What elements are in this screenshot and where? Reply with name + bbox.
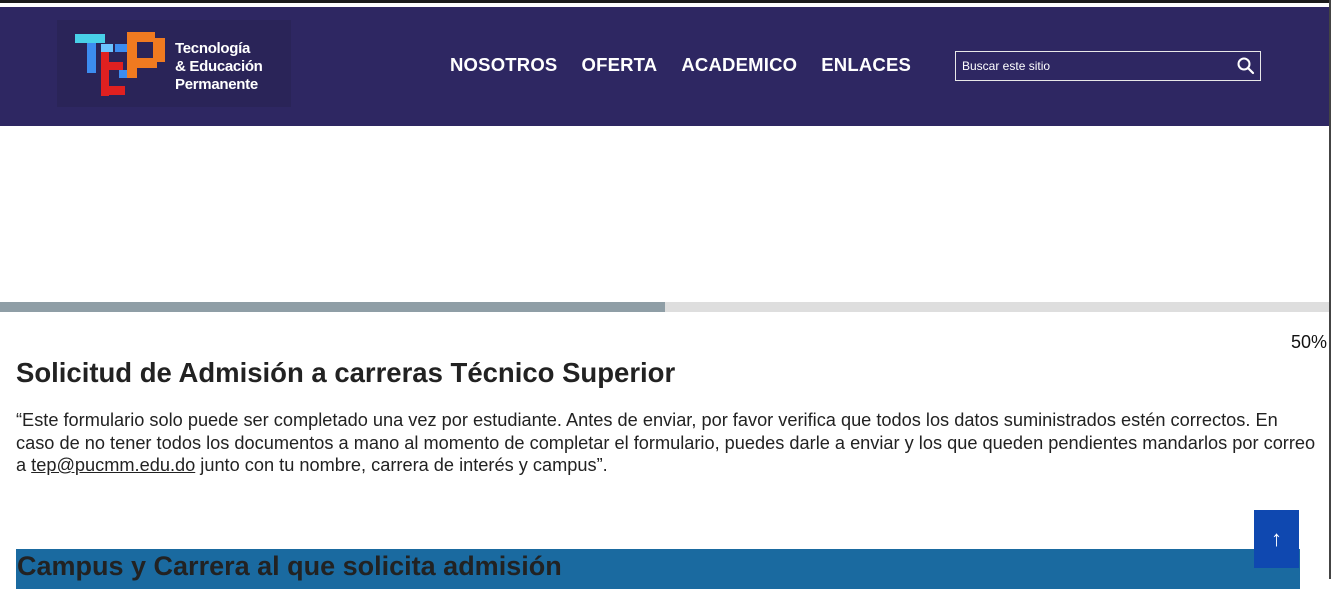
site-logo[interactable]: Tecnología & Educación Permanente — [57, 20, 291, 107]
search-box — [955, 51, 1261, 81]
form-intro: “Este formulario solo puede ser completa… — [16, 409, 1316, 477]
form-intro-text-2: junto con tu nombre, carrera de interés … — [195, 455, 608, 475]
main-nav: NOSOTROS OFERTA ACADEMICO ENLACES — [450, 54, 911, 78]
nav-oferta[interactable]: OFERTA — [581, 54, 657, 78]
progress-bar — [0, 302, 1329, 312]
arrow-up-icon: ↑ — [1271, 526, 1282, 551]
top-border — [0, 0, 1331, 7]
search-icon[interactable] — [1236, 56, 1256, 76]
section-title: Campus y Carrera al que solicita admisió… — [17, 551, 562, 581]
logo-wordmark: Tecnología & Educación Permanente — [175, 40, 263, 94]
site-header: Tecnología & Educación Permanente NOSOTR… — [0, 7, 1329, 126]
logo-line-2: & Educación — [175, 58, 263, 75]
contact-email-link[interactable]: tep@pucmm.edu.do — [31, 455, 195, 475]
section-header-campus: Campus y Carrera al que solicita admisió… — [16, 549, 1300, 589]
nav-nosotros[interactable]: NOSOTROS — [450, 54, 557, 78]
logo-line-1: Tecnología — [175, 40, 251, 57]
form-title: Solicitud de Admisión a carreras Técnico… — [16, 357, 676, 388]
tep-logo-icon — [75, 32, 165, 96]
progress-percent: 50% — [1290, 332, 1327, 352]
progress-bar-fill — [0, 302, 665, 312]
nav-enlaces[interactable]: ENLACES — [821, 54, 911, 78]
logo-line-3: Permanente — [175, 76, 258, 93]
back-to-top-button[interactable]: ↑ — [1254, 510, 1299, 568]
nav-academico[interactable]: ACADEMICO — [681, 54, 797, 78]
search-input[interactable] — [956, 52, 1232, 80]
